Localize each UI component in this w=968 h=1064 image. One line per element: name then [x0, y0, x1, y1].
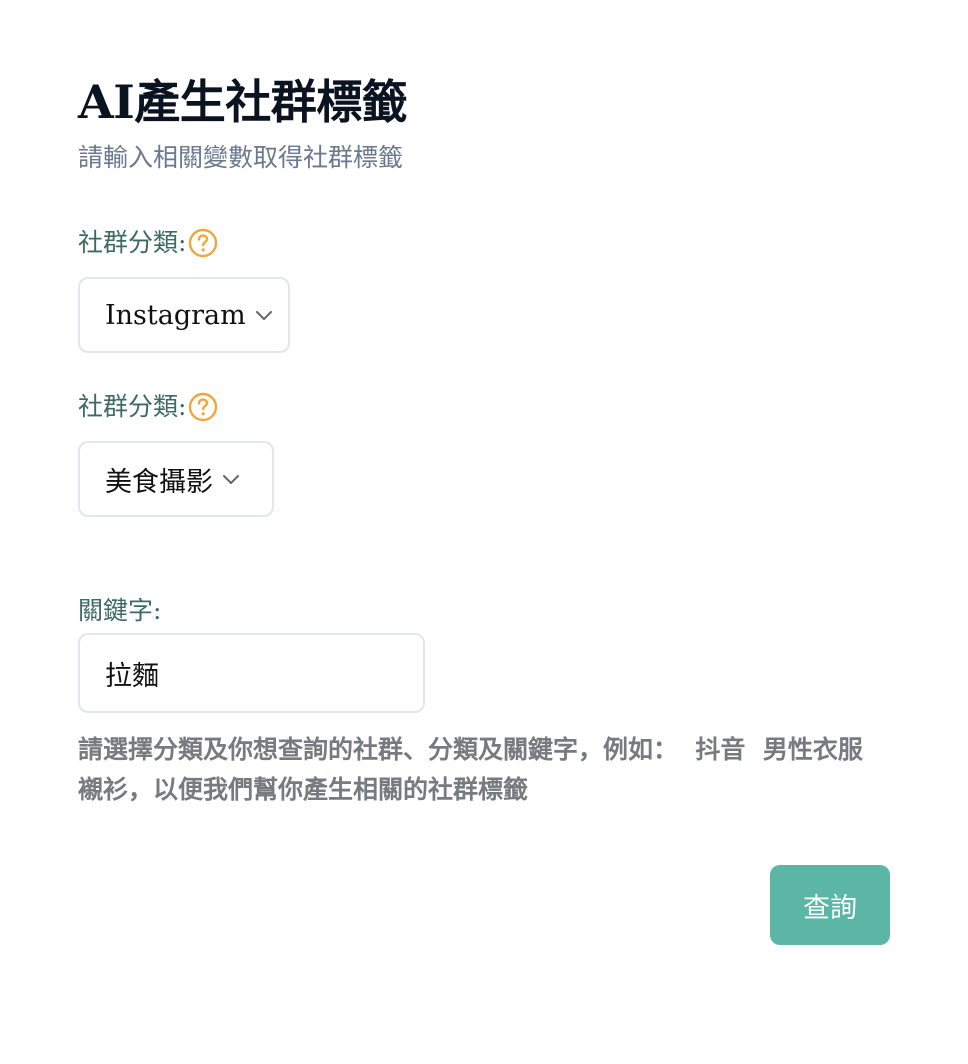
keyword-label: 關鍵字: [78, 596, 162, 625]
page-title: AI產生社群標籤 [78, 75, 408, 129]
category-select[interactable]: 美食攝影 [78, 441, 274, 517]
platform-label: 社群分類: [78, 226, 218, 260]
category-label: 社群分類: [78, 390, 218, 424]
question-circle-icon[interactable] [188, 392, 218, 422]
platform-label-text: 社群分類: [78, 228, 187, 257]
keyword-input[interactable] [78, 633, 425, 713]
chevron-down-icon [254, 305, 274, 325]
category-label-text: 社群分類: [78, 392, 187, 421]
question-circle-icon[interactable] [188, 228, 218, 258]
chevron-down-icon [221, 469, 241, 489]
query-button[interactable]: 查詢 [770, 865, 890, 945]
category-select-value: 美食攝影 [105, 466, 213, 498]
hint-text: 請選擇分類及你想查詢的社群、分類及關鍵字，例如： 抖音 男性衣服 襯衫，以便我們… [78, 735, 881, 804]
page-subtitle: 請輸入相關變數取得社群標籤 [78, 143, 404, 172]
platform-select-value: Instagram [105, 299, 246, 331]
platform-select[interactable]: Instagram [78, 277, 290, 353]
